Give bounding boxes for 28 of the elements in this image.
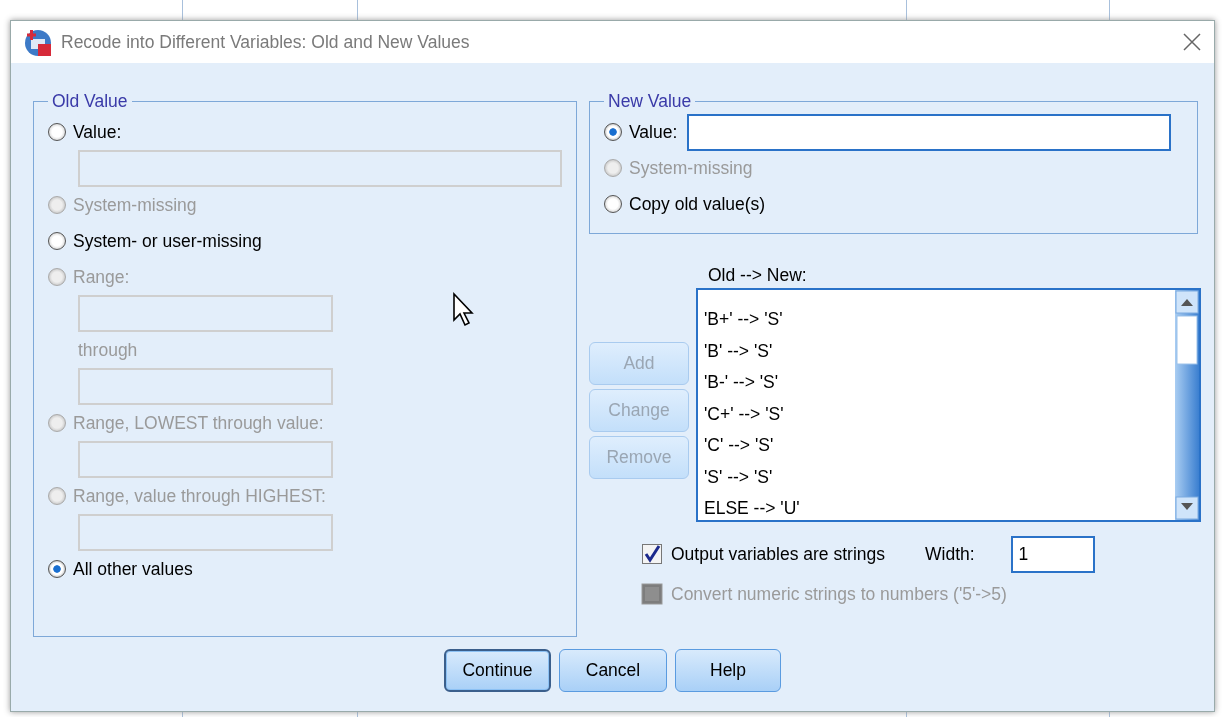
checkbox-option[interactable]: Output variables are strings — [641, 543, 885, 565]
list-item[interactable]: ELSE --> 'U' — [704, 493, 1175, 520]
radio-option[interactable]: Copy old value(s) — [604, 193, 766, 215]
radio-option[interactable]: Value: — [48, 121, 122, 143]
list-item[interactable]: 'C+' --> 'S' — [704, 398, 1175, 430]
list-item[interactable]: 'S' --> 'S' — [704, 461, 1175, 493]
app-icon — [23, 27, 53, 57]
mouse-pointer-icon — [452, 292, 476, 328]
group-title: Old Value — [51, 91, 129, 112]
group-title: New Value — [607, 91, 693, 112]
dialog-button[interactable]: Help — [675, 649, 781, 692]
list-label: Old --> New: — [707, 264, 808, 287]
window-title: Recode into Different Variables: Old and New Values — [61, 31, 471, 53]
radio-option[interactable]: All other values — [48, 558, 193, 580]
dialog-button[interactable]: Continue — [444, 649, 551, 692]
field-label: through — [78, 339, 138, 362]
list-item[interactable]: 'B-' --> 'S' — [704, 367, 1175, 399]
close-icon[interactable] — [1182, 32, 1202, 52]
field-label: Width: — [925, 543, 975, 565]
input-field[interactable]: 1 — [1010, 535, 1095, 573]
input-field[interactable] — [687, 113, 1172, 151]
list-item[interactable]: 'C' --> 'S' — [704, 430, 1175, 462]
radio-option[interactable]: Value: — [604, 121, 678, 143]
radio-option[interactable]: System- or user-missing — [48, 230, 262, 252]
list-item[interactable]: 'B+' --> 'S' — [704, 304, 1175, 336]
dialog-button[interactable]: Cancel — [559, 649, 667, 692]
scrollbar[interactable] — [1175, 290, 1199, 520]
list-item[interactable]: 'B' --> 'S' — [704, 335, 1175, 367]
